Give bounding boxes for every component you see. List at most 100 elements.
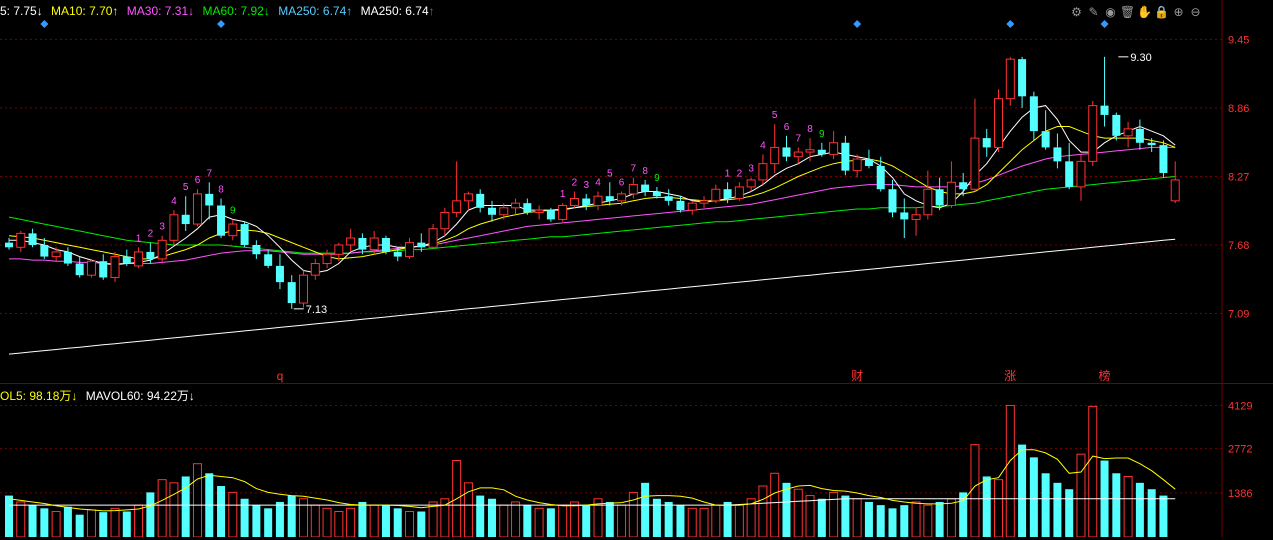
volume-bar — [793, 488, 803, 538]
candle-body — [864, 159, 873, 166]
volume-bar — [558, 504, 568, 538]
volume-legend: OL5: 98.18万↓ MAVOL60: 94.22万↓ — [0, 387, 195, 404]
candle-body — [593, 195, 603, 206]
candle-body — [923, 188, 933, 216]
candle-body — [1029, 96, 1038, 132]
volume-bar — [852, 498, 862, 538]
candle-body — [723, 189, 732, 199]
candle-body — [192, 193, 202, 225]
volume-bar — [805, 495, 815, 538]
candle-body — [181, 214, 190, 225]
volume-bar — [770, 472, 780, 538]
candle-body — [911, 214, 921, 220]
volume-bar — [157, 479, 167, 538]
candle-body — [687, 202, 697, 211]
volume-bar — [734, 504, 744, 538]
volume-bar — [1088, 405, 1098, 538]
candle-body — [287, 282, 296, 304]
eye-icon[interactable]: ◉ — [1102, 4, 1119, 20]
volume-bar — [605, 501, 614, 537]
zoom-out-icon[interactable]: ⊖ — [1187, 4, 1204, 20]
candle-body — [110, 256, 120, 278]
candle-body — [734, 186, 744, 200]
price-tick-label: 8.86 — [1228, 103, 1249, 115]
candle-body — [51, 251, 61, 258]
volume-bar — [51, 511, 61, 538]
volume-bar — [322, 507, 332, 538]
volume-bar — [523, 505, 532, 537]
candle-body — [417, 242, 426, 248]
td-count-label: 8 — [218, 185, 224, 196]
event-marker-icon — [40, 20, 49, 28]
candle-body — [16, 232, 26, 248]
volume-bar — [169, 482, 179, 538]
candle-body — [228, 223, 238, 237]
volume-bar — [346, 507, 356, 538]
candle-body — [63, 251, 72, 264]
candle-body — [405, 242, 415, 258]
candle-body — [758, 163, 768, 181]
candle-body — [299, 274, 308, 304]
volume-bar — [676, 505, 685, 537]
volume-bar — [617, 504, 627, 538]
candle-body — [369, 237, 379, 251]
candle-body — [1112, 114, 1121, 136]
candle-body — [994, 98, 1004, 148]
event-label: q — [277, 369, 284, 383]
volume-bar — [40, 508, 49, 537]
td-count-label: 7 — [206, 168, 212, 179]
candle-body — [217, 205, 226, 236]
volume-bar — [28, 505, 37, 537]
candle-body — [476, 193, 485, 208]
candle-body — [876, 166, 885, 190]
ma30-line — [9, 146, 1176, 264]
lock-icon[interactable]: 🔒 — [1153, 4, 1170, 20]
volume-bar — [569, 501, 579, 538]
volume-bar — [817, 498, 826, 537]
zoom-in-icon[interactable]: ⊕ — [1170, 4, 1187, 20]
event-label: 榜 — [1099, 368, 1111, 383]
volume-bar — [310, 504, 320, 538]
settings-icon[interactable]: ⚙ — [1068, 4, 1085, 20]
candle-body — [935, 189, 944, 206]
volume-bar — [876, 505, 885, 537]
candle-body — [888, 189, 897, 213]
volume-tick-label: 2772 — [1228, 444, 1252, 456]
volume-bar — [641, 482, 650, 537]
candle-body — [534, 209, 544, 213]
volume-tick-label: 1386 — [1228, 488, 1252, 500]
td-count-label: 6 — [619, 178, 625, 189]
volume-bar — [1159, 495, 1168, 537]
trash-icon[interactable]: 🗑 — [1119, 4, 1136, 20]
volume-bar — [1147, 489, 1156, 537]
hand-icon[interactable]: ✋ — [1136, 4, 1153, 20]
legend-ma250-a: MA250: 6.74↑ — [278, 4, 353, 18]
td-count-label: 8 — [807, 124, 813, 135]
pen-icon[interactable]: ✎ — [1085, 4, 1102, 20]
candle-body — [275, 265, 284, 283]
td-count-label: 2 — [148, 229, 154, 240]
volume-bar — [1005, 404, 1015, 538]
candle-body — [1076, 160, 1086, 188]
candle-body — [970, 137, 980, 190]
price-tick-label: 8.27 — [1228, 171, 1249, 183]
candle-body — [1159, 145, 1168, 173]
volume-bar — [1041, 473, 1050, 537]
candle-body — [829, 142, 839, 155]
volume-bar — [110, 507, 120, 538]
candle-body — [381, 238, 390, 252]
volume-bar — [782, 482, 791, 537]
candle-body — [1170, 179, 1180, 202]
kline-chart[interactable]: 9.458.868.277.687.094129277213861 2345678… — [0, 0, 1273, 538]
volume-bar — [511, 501, 521, 538]
event-marker-icon — [1100, 20, 1109, 28]
td-count-label: 8 — [642, 166, 648, 177]
candle-body — [205, 193, 214, 206]
td-count-label: 1 — [725, 168, 731, 179]
volume-bar — [393, 508, 402, 537]
candle-body — [334, 244, 344, 255]
volume-bar — [476, 495, 485, 537]
volume-bar — [217, 486, 226, 537]
candle-body — [569, 198, 579, 206]
candle-body — [1041, 131, 1050, 148]
